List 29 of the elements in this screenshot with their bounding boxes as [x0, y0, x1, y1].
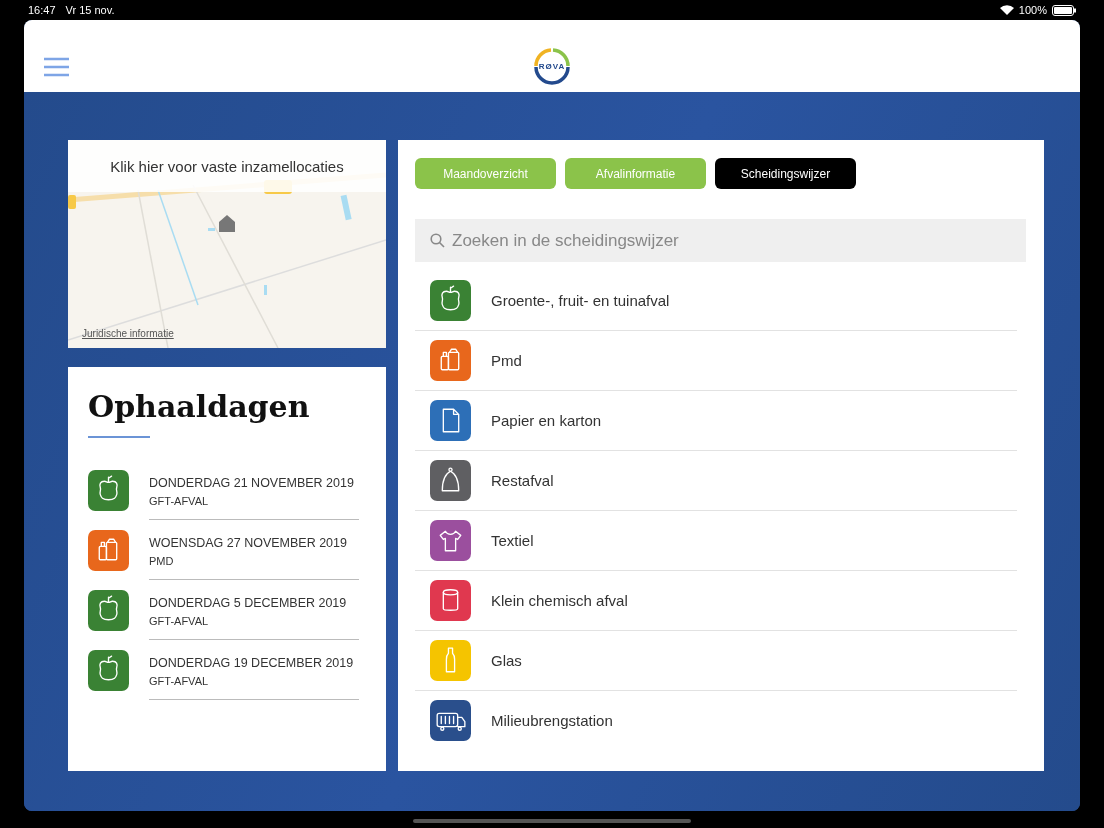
category-item[interactable]: Restafval — [415, 451, 1017, 511]
wifi-icon — [999, 5, 1014, 15]
waste-type: GFT-AFVAL — [149, 615, 210, 627]
waste-type: PMD — [149, 555, 175, 567]
category-item[interactable]: Glas — [415, 631, 1017, 691]
card-title: Ophaaldagen — [88, 389, 311, 424]
pickup-date: DONDERDAG 5 DECEMBER 2019 — [149, 596, 348, 610]
pickup-date: DONDERDAG 21 NOVEMBER 2019 — [149, 476, 355, 490]
category-item[interactable]: Klein chemisch afval — [415, 571, 1017, 631]
map-caption-link[interactable]: Klik hier voor vaste inzamellocaties — [68, 140, 386, 192]
search-field[interactable]: Zoeken in de scheidingswijzer — [415, 219, 1026, 262]
waste-type: GFT-AFVAL — [149, 675, 210, 687]
legal-link[interactable]: Juridische informatie — [82, 328, 174, 339]
tab[interactable]: Scheidingswijzer — [715, 158, 856, 189]
clock: 16:47 — [28, 4, 56, 16]
category-item[interactable]: Pmd — [415, 331, 1017, 391]
date: Vr 15 nov. — [65, 4, 115, 16]
menu-button[interactable] — [44, 57, 69, 77]
logo: RØVA — [530, 44, 574, 88]
search-icon — [430, 233, 445, 248]
category-item[interactable]: Groente-, fruit- en tuinafval — [415, 271, 1017, 331]
waste-type: GFT-AFVAL — [149, 495, 210, 507]
pickup-date: WOENSDAG 27 NOVEMBER 2019 — [149, 536, 348, 550]
category-item[interactable]: Textiel — [415, 511, 1017, 571]
battery-level: 100% — [1018, 4, 1047, 16]
category-item[interactable]: Papier en karton — [415, 391, 1017, 451]
pickup-date: DONDERDAG 19 DECEMBER 2019 — [149, 656, 355, 670]
category-item[interactable]: Milieubrengstation — [415, 691, 1017, 750]
battery-icon — [1052, 4, 1076, 16]
